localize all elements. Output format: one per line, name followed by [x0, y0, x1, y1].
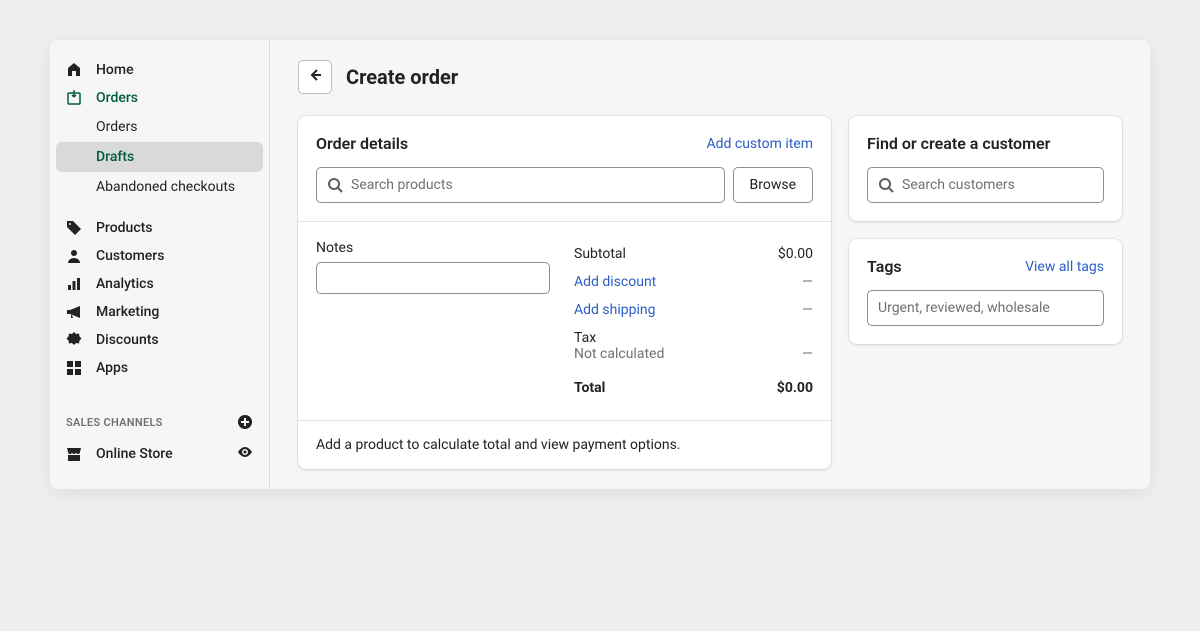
nav-label: Apps: [96, 360, 128, 376]
customer-title: Find or create a customer: [867, 134, 1104, 153]
plus-icon[interactable]: [237, 414, 253, 430]
order-details-title: Order details: [316, 134, 408, 153]
arrow-left-icon: [307, 67, 323, 87]
customer-search-wrapper[interactable]: [867, 167, 1104, 203]
tax-sub-row: Not calculated —: [574, 346, 813, 368]
add-shipping-link[interactable]: Add shipping: [574, 302, 655, 318]
nav-apps[interactable]: Apps: [50, 354, 269, 382]
sales-channels-label: SALES CHANNELS: [66, 416, 163, 429]
nav-label: Customers: [96, 248, 164, 264]
subtotal-value: $0.00: [778, 246, 813, 262]
products-search-wrapper[interactable]: [316, 167, 725, 203]
page-header: Create order: [298, 60, 1122, 94]
grid-icon: [66, 360, 82, 376]
add-custom-item-link[interactable]: Add custom item: [706, 136, 813, 152]
person-icon: [66, 248, 82, 264]
app-window: Home Orders Orders Drafts Abandoned chec…: [50, 40, 1150, 489]
tax-sub-label: Not calculated: [574, 346, 664, 362]
discount-value: —: [802, 274, 813, 290]
nav-label: Home: [96, 62, 134, 78]
nav-home[interactable]: Home: [50, 56, 269, 84]
view-all-tags-link[interactable]: View all tags: [1025, 259, 1104, 275]
orders-icon: [66, 90, 82, 106]
browse-button[interactable]: Browse: [733, 167, 813, 203]
total-row: Total $0.00: [574, 368, 813, 402]
badge-icon: [66, 332, 82, 348]
shipping-row: Add shipping —: [574, 296, 813, 324]
sidebar: Home Orders Orders Drafts Abandoned chec…: [50, 40, 270, 489]
customer-search-input[interactable]: [902, 177, 1093, 193]
add-discount-link[interactable]: Add discount: [574, 274, 656, 290]
discount-row: Add discount —: [574, 268, 813, 296]
channel-label: Online Store: [96, 446, 173, 462]
nav-label: Discounts: [96, 332, 159, 348]
nav-orders[interactable]: Orders: [50, 84, 269, 112]
nav-discounts[interactable]: Discounts: [50, 326, 269, 354]
content-grid: Order details Add custom item Browse: [298, 116, 1122, 469]
subtotal-label: Subtotal: [574, 246, 626, 262]
tax-value: —: [802, 346, 813, 362]
tag-icon: [66, 220, 82, 236]
page-title: Create order: [346, 65, 458, 89]
nav-analytics[interactable]: Analytics: [50, 270, 269, 298]
nav-drafts[interactable]: Drafts: [56, 142, 263, 172]
products-search-input[interactable]: [351, 177, 714, 193]
nav-label: Orders: [96, 90, 138, 106]
order-details-card: Order details Add custom item Browse: [298, 116, 831, 469]
megaphone-icon: [66, 304, 82, 320]
search-icon: [878, 177, 894, 193]
tax-label: Tax: [574, 324, 813, 346]
side-column: Find or create a customer Tags: [849, 116, 1122, 469]
tags-input-wrapper[interactable]: [867, 290, 1104, 326]
subtotal-row: Subtotal $0.00: [574, 240, 813, 268]
search-icon: [327, 177, 343, 193]
nav-label: Analytics: [96, 276, 154, 292]
total-label: Total: [574, 380, 605, 396]
channel-online-store[interactable]: Online Store: [50, 436, 269, 472]
bars-icon: [66, 276, 82, 292]
nav-suborders[interactable]: Orders: [50, 112, 269, 142]
totals-section: Notes Subtotal $0.00 Add discount —: [298, 221, 831, 420]
back-button[interactable]: [298, 60, 332, 94]
shipping-value: —: [802, 302, 813, 318]
tags-card: Tags View all tags: [849, 239, 1122, 344]
eye-icon[interactable]: [237, 444, 253, 464]
nav-abandoned[interactable]: Abandoned checkouts: [50, 172, 269, 202]
total-value: $0.00: [777, 380, 813, 396]
main-column: Order details Add custom item Browse: [298, 116, 831, 469]
store-icon: [66, 446, 82, 462]
nav-label: Products: [96, 220, 153, 236]
home-icon: [66, 62, 82, 78]
nav-products[interactable]: Products: [50, 214, 269, 242]
nav-label: Marketing: [96, 304, 159, 320]
sales-channels-header: SALES CHANNELS: [50, 408, 269, 436]
tags-input[interactable]: [878, 300, 1093, 316]
nav-customers[interactable]: Customers: [50, 242, 269, 270]
customer-card: Find or create a customer: [849, 116, 1122, 221]
notes-input[interactable]: [316, 262, 550, 294]
notes-label: Notes: [316, 240, 550, 256]
nav-marketing[interactable]: Marketing: [50, 298, 269, 326]
main-content: Create order Order details Add custom it…: [270, 40, 1150, 489]
card-footer-message: Add a product to calculate total and vie…: [298, 420, 831, 469]
tags-title: Tags: [867, 257, 902, 276]
